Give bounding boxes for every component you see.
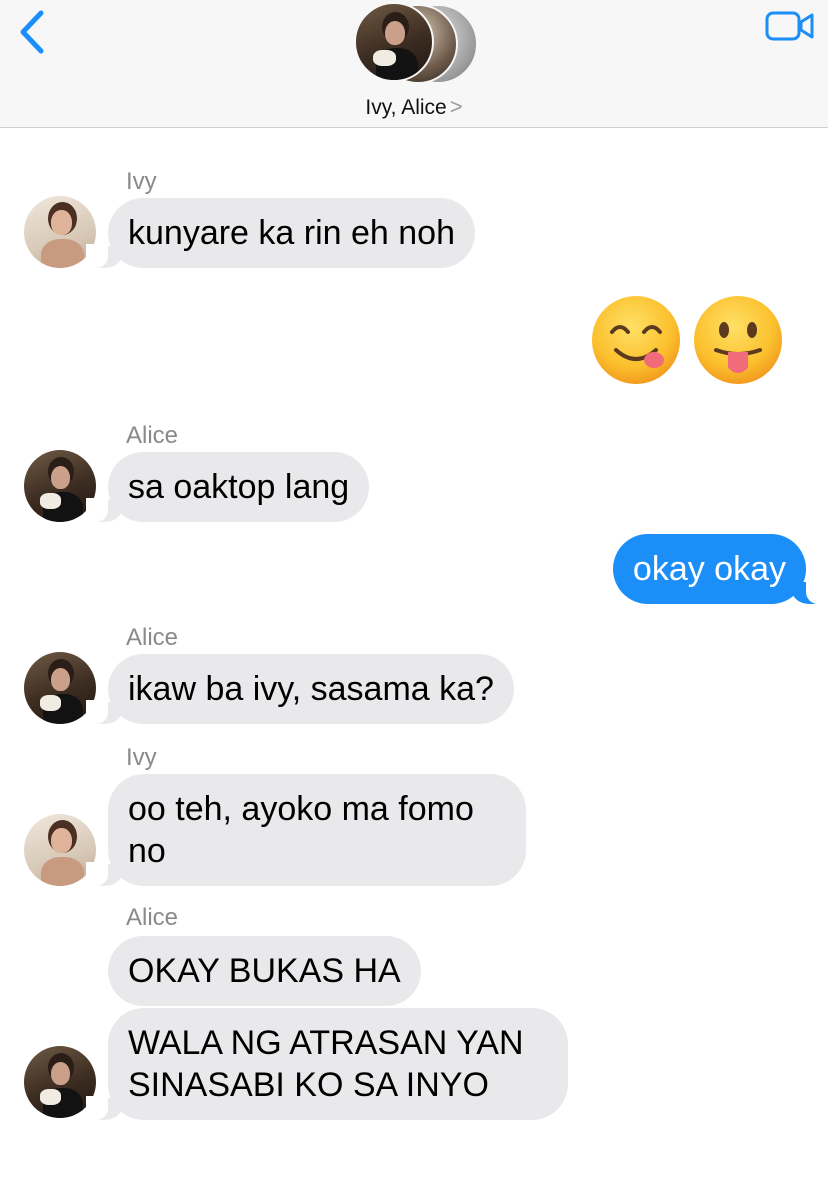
face-savoring-food-emoji [592, 296, 680, 384]
message-bubble[interactable]: kunyare ka rin eh noh [86, 198, 475, 268]
conversation-title[interactable]: Ivy, Alice > [0, 94, 828, 120]
message-bubble[interactable]: sa oaktop lang [85, 452, 370, 522]
avatar [354, 2, 434, 82]
conversation-screen: Ivy, Alice > Ivy kunyare ka rin eh noh A… [0, 0, 828, 1200]
emoji-message[interactable] [590, 294, 786, 388]
sender-name: Alice [126, 422, 179, 449]
sender-name: Alice [126, 904, 179, 931]
conversation-header: Ivy, Alice > [0, 0, 828, 128]
video-camera-icon [765, 11, 814, 41]
message-bubble[interactable]: oo teh, ayoko ma fomo no [86, 774, 526, 886]
group-avatar-stack[interactable] [352, 2, 480, 84]
chevron-left-icon [20, 10, 44, 54]
video-call-button[interactable] [764, 6, 816, 46]
back-button[interactable] [8, 4, 56, 60]
face-with-tongue-emoji [694, 296, 782, 384]
sender-name: Ivy [126, 744, 157, 771]
message-bubble[interactable]: ikaw ba ivy, sasama ka? [86, 654, 514, 724]
sender-name: Alice [126, 624, 179, 651]
message-bubble-outgoing[interactable]: okay okay [612, 534, 828, 604]
sender-name: Ivy [126, 168, 157, 195]
chevron-right-icon: > [449, 94, 463, 119]
message-bubble[interactable]: OKAY BUKAS HA [108, 936, 421, 1006]
message-bubble[interactable]: WALA NG ATRASAN YAN SINASABI KO SA INYO [86, 1008, 568, 1120]
conversation-title-text: Ivy, Alice [365, 96, 447, 119]
